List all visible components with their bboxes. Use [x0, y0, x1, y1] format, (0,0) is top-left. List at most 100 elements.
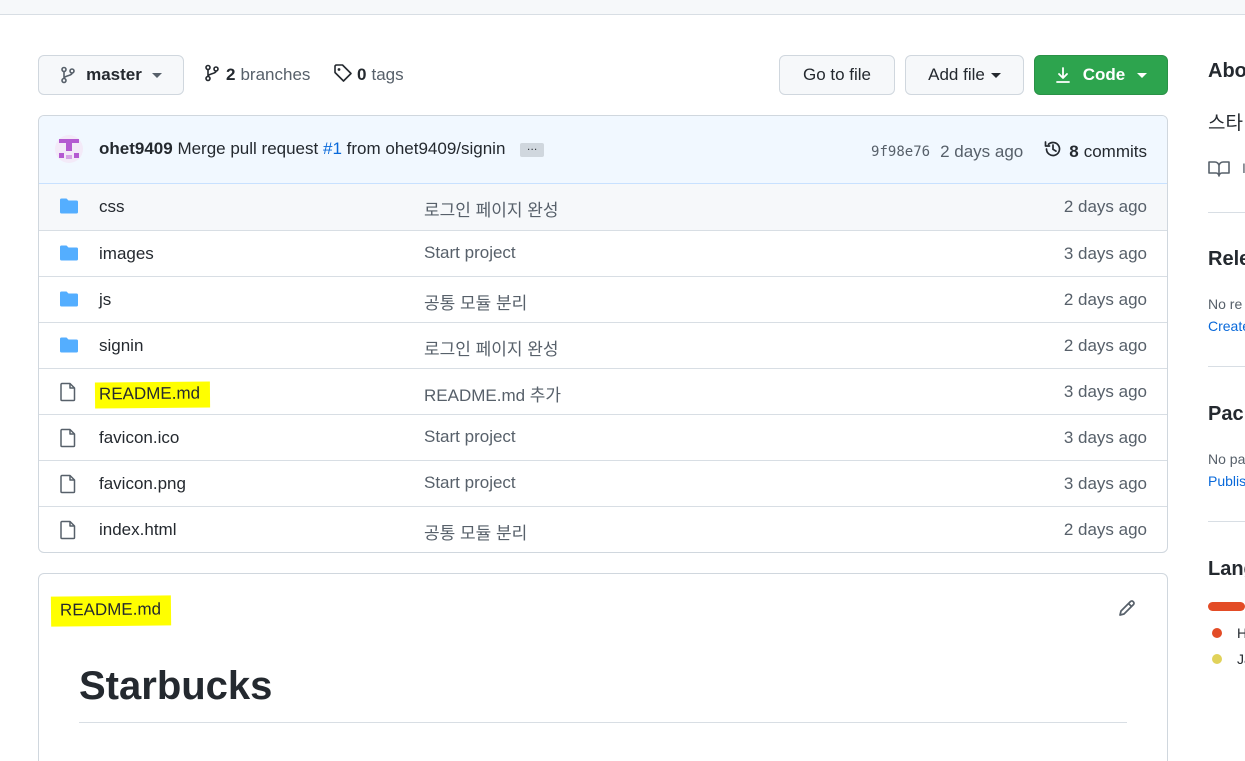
file-commit-age: 3 days ago: [1063, 474, 1147, 493]
commit-sha[interactable]: 9f98e76: [871, 144, 930, 160]
folder-icon: [59, 197, 79, 220]
language-html[interactable]: H: [1237, 625, 1245, 641]
repo-sidebar: Abo 스타 I Rele No re Create Pack No pa Pu…: [1208, 0, 1245, 761]
go-to-file-label: Go to file: [802, 65, 872, 84]
file-icon: [59, 520, 77, 545]
commit-meta: 9f98e76 2 days ago 8 commits: [871, 139, 1147, 164]
top-strip: [0, 0, 1245, 15]
code-button[interactable]: Code: [1034, 55, 1168, 95]
file-commit-age: 3 days ago: [1063, 244, 1147, 263]
commit-message-post[interactable]: from ohet9409/signin: [347, 139, 506, 158]
add-file-label: Add file: [928, 65, 985, 84]
branch-name: master: [86, 65, 142, 84]
create-release-link[interactable]: Create: [1208, 318, 1245, 334]
file-commit-message[interactable]: 로그인 페이지 완성: [424, 335, 559, 360]
publish-package-link[interactable]: Publis: [1208, 473, 1245, 489]
file-browser: ohet9409 Merge pull request #1 from ohet…: [38, 115, 1168, 553]
file-commit-message[interactable]: README.md 추가: [424, 381, 561, 406]
packages-text: No pa: [1208, 451, 1245, 467]
file-commit-message[interactable]: 로그인 페이지 완성: [424, 196, 559, 221]
file-row[interactable]: images Start project 3 days ago: [39, 230, 1167, 276]
file-commit-age: 2 days ago: [1063, 290, 1147, 309]
languages-heading: Lang: [1208, 558, 1245, 580]
file-commit-age: 2 days ago: [1063, 520, 1147, 539]
about-heading: Abo: [1208, 60, 1245, 82]
sidebar-divider: [1208, 212, 1245, 213]
expand-commit-button[interactable]: …: [520, 141, 545, 157]
branches-link[interactable]: 2 branches: [204, 62, 310, 88]
file-commit-age: 2 days ago: [1063, 336, 1147, 355]
file-commit-age: 2 days ago: [1063, 197, 1147, 216]
folder-icon: [59, 290, 79, 313]
file-row[interactable]: signin 로그인 페이지 완성 2 days ago: [39, 322, 1167, 368]
branch-select-button[interactable]: master: [38, 55, 184, 95]
readme-heading: Starbucks: [79, 664, 273, 708]
file-commit-message[interactable]: Start project: [424, 427, 516, 447]
file-row[interactable]: css 로그인 페이지 완성 2 days ago: [39, 184, 1167, 230]
file-name-link[interactable]: js: [99, 290, 111, 310]
file-row[interactable]: index.html 공통 모듈 분리 2 days ago: [39, 506, 1167, 552]
code-label: Code: [1082, 65, 1126, 84]
file-name-link[interactable]: css: [99, 197, 125, 217]
pull-request-link[interactable]: #1: [323, 139, 342, 158]
file-row[interactable]: favicon.ico Start project 3 days ago: [39, 414, 1167, 460]
file-row[interactable]: README.md README.md 추가 3 days ago: [39, 368, 1167, 414]
file-row[interactable]: js 공통 모듈 분리 2 days ago: [39, 276, 1167, 322]
avatar[interactable]: [55, 135, 83, 163]
commits-history-link[interactable]: 8 commits: [1043, 139, 1147, 164]
language-dot-html: [1212, 628, 1222, 638]
history-icon: [1043, 139, 1063, 164]
file-name-link[interactable]: favicon.png: [99, 474, 186, 494]
sidebar-divider: [1208, 366, 1245, 367]
tags-label: tags: [371, 65, 404, 84]
book-icon: [1208, 160, 1230, 183]
commits-label: commits: [1083, 141, 1147, 161]
commit-author[interactable]: ohet9409: [99, 139, 173, 158]
file-commit-message[interactable]: Start project: [424, 473, 516, 493]
file-name-link[interactable]: favicon.ico: [99, 428, 179, 448]
about-description: 스타: [1208, 113, 1243, 134]
commit-message: ohet9409 Merge pull request #1 from ohet…: [99, 139, 545, 159]
folder-icon: [59, 336, 79, 359]
file-commit-age: 3 days ago: [1063, 428, 1147, 447]
file-name-link[interactable]: index.html: [99, 520, 176, 540]
add-file-button[interactable]: Add file: [905, 55, 1024, 95]
chevron-down-icon: [990, 72, 1001, 78]
branches-label: branches: [240, 65, 311, 84]
commit-time: 2 days ago: [940, 141, 1024, 161]
chevron-down-icon: [1137, 72, 1148, 78]
file-commit-message[interactable]: Start project: [424, 243, 516, 263]
releases-heading[interactable]: Rele: [1208, 248, 1245, 271]
readme-filename[interactable]: README.md: [50, 595, 172, 627]
file-list: css 로그인 페이지 완성 2 days ago images Start proje…: [39, 184, 1167, 552]
folder-icon: [59, 244, 79, 267]
file-commit-message[interactable]: 공통 모듈 분리: [424, 519, 527, 544]
tag-icon: [333, 63, 353, 88]
releases-text: No re: [1208, 296, 1243, 312]
tags-link[interactable]: 0 tags: [333, 62, 404, 88]
file-commit-message[interactable]: 공통 모듈 분리: [424, 289, 527, 314]
file-name-link[interactable]: README.md: [94, 381, 211, 409]
file-icon: [59, 428, 77, 453]
file-row[interactable]: favicon.png Start project 3 days ago: [39, 460, 1167, 506]
heading-divider: [79, 722, 1127, 723]
latest-commit-bar: ohet9409 Merge pull request #1 from ohet…: [39, 116, 1167, 184]
file-name-link[interactable]: signin: [99, 336, 143, 356]
packages-heading[interactable]: Pack: [1208, 403, 1245, 426]
chevron-down-icon: [151, 72, 162, 78]
git-branch-icon: [60, 66, 76, 84]
tags-count: 0: [357, 65, 367, 84]
language-bar: [1208, 602, 1245, 611]
file-commit-age: 3 days ago: [1063, 382, 1147, 401]
file-icon: [59, 382, 77, 407]
language-dot-js: [1212, 654, 1222, 664]
go-to-file-button[interactable]: Go to file: [779, 55, 895, 95]
sidebar-divider: [1208, 521, 1245, 522]
language-js[interactable]: Ja: [1237, 651, 1245, 667]
git-branch-icon: [204, 64, 220, 87]
pencil-icon[interactable]: [1117, 598, 1137, 623]
branches-count: 2: [226, 65, 236, 84]
file-icon: [59, 474, 77, 499]
file-name-link[interactable]: images: [99, 244, 154, 264]
commit-message-pre[interactable]: Merge pull request: [177, 139, 318, 158]
